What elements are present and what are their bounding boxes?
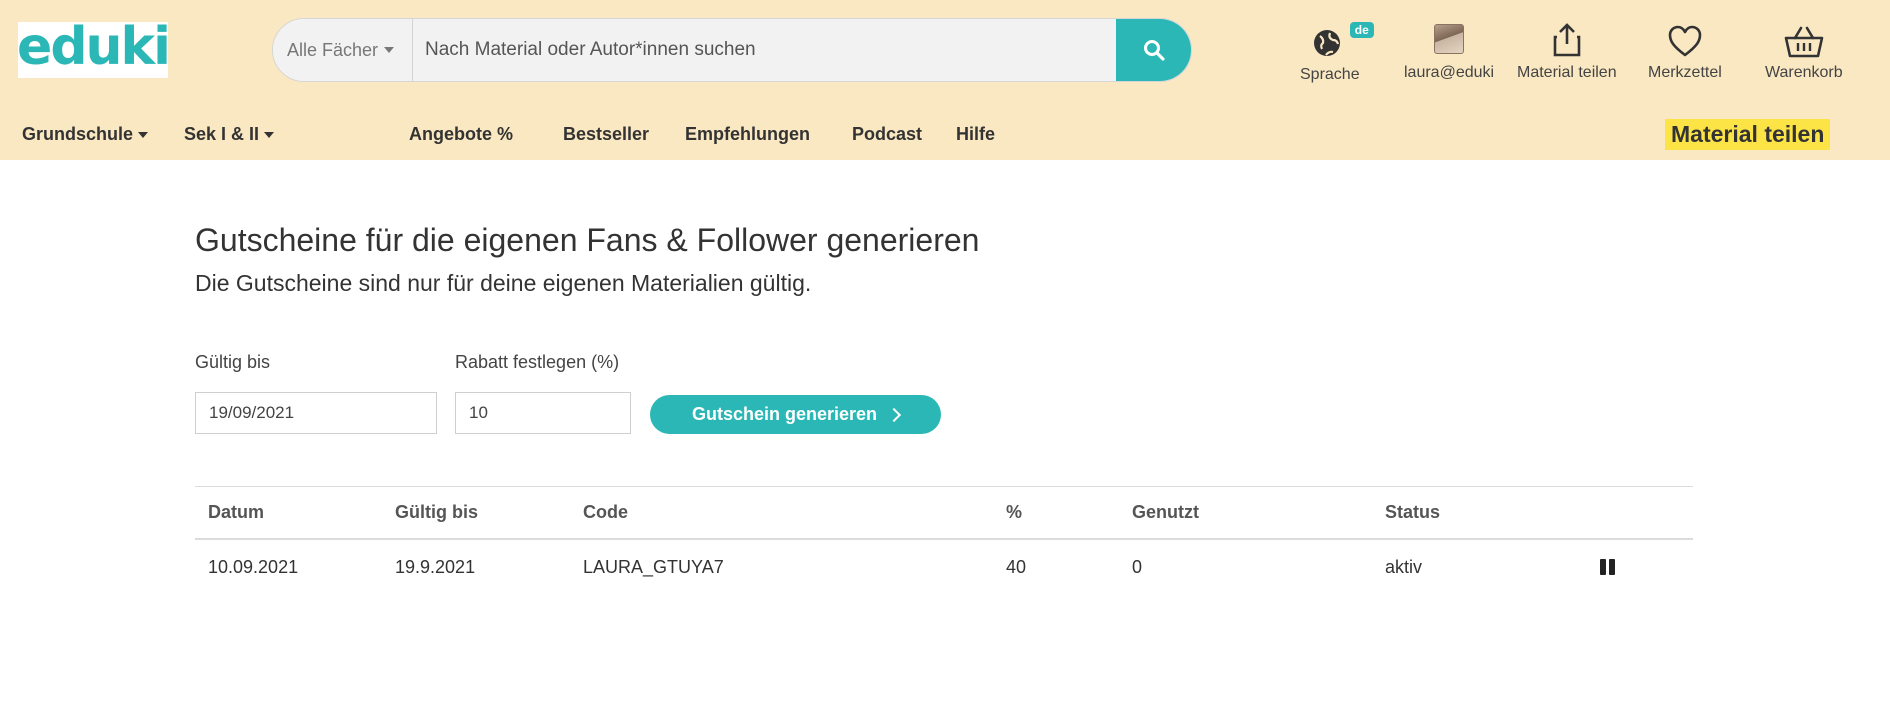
- nav-grundschule[interactable]: Grundschule: [22, 124, 149, 145]
- cell-status: aktiv: [1385, 556, 1423, 577]
- search-input[interactable]: [413, 19, 1116, 81]
- logo-text: eduki: [17, 17, 171, 77]
- eduki-logo[interactable]: eduki: [17, 17, 171, 78]
- category-dropdown[interactable]: Alle Fächer: [273, 19, 413, 81]
- nav-bestseller[interactable]: Bestseller: [563, 124, 649, 145]
- header-status: Status: [1385, 502, 1441, 522]
- cell-valid-until: 19.9.2021: [395, 556, 476, 577]
- search-bar: Alle Fächer: [272, 18, 1192, 82]
- language-badge: de: [1349, 22, 1374, 38]
- share-material-link[interactable]: Material teilen: [1517, 22, 1617, 82]
- cell-date: 10.09.2021: [208, 556, 299, 577]
- globe-icon: [1313, 30, 1340, 56]
- nav-hilfe[interactable]: Hilfe: [956, 124, 995, 145]
- cell-code: LAURA_GTUYA7: [583, 556, 724, 577]
- nav-podcast[interactable]: Podcast: [852, 124, 922, 145]
- cell-used: 0: [1132, 556, 1143, 577]
- header-percent: %: [1006, 502, 1023, 522]
- discount-label: Rabatt festlegen (%): [455, 352, 620, 372]
- nav-sek-label: Sek I & II: [184, 124, 260, 144]
- basket-icon: [1784, 26, 1824, 58]
- chevron-right-icon: [886, 407, 902, 422]
- nav-material-teilen[interactable]: Material teilen: [1665, 119, 1831, 150]
- search-button[interactable]: [1116, 19, 1191, 81]
- share-upload-icon: [1553, 23, 1581, 57]
- site-header: eduki Alle Fächer de Sprache laura@eduki: [0, 0, 1890, 160]
- wishlist-link[interactable]: Merkzettel: [1648, 24, 1722, 82]
- share-label: Material teilen: [1517, 64, 1617, 81]
- wishlist-label: Merkzettel: [1648, 64, 1722, 81]
- valid-until-input[interactable]: [195, 392, 437, 434]
- user-account[interactable]: laura@eduki: [1404, 24, 1494, 82]
- nav-empfehlungen[interactable]: Empfehlungen: [685, 124, 810, 145]
- generate-voucher-button[interactable]: Gutschein generieren: [650, 395, 941, 434]
- nav-grundschule-label: Grundschule: [22, 124, 134, 144]
- table-header: Datum Gültig bis Code % Genutzt Status: [195, 486, 1693, 540]
- caret-down-icon: [384, 47, 395, 53]
- discount-input[interactable]: [455, 392, 631, 434]
- table-row: 10.09.2021 19.9.2021 LAURA_GTUYA7 40 0 a…: [195, 540, 1693, 594]
- cart-label: Warenkorb: [1765, 64, 1843, 81]
- nav-sek[interactable]: Sek I & II: [184, 124, 275, 145]
- valid-until-label: Gültig bis: [195, 352, 271, 372]
- generate-voucher-label: Gutschein generieren: [691, 404, 878, 424]
- avatar: [1434, 24, 1465, 54]
- language-label: Sprache: [1300, 66, 1360, 83]
- user-label: laura@eduki: [1404, 64, 1495, 81]
- nav-angebote[interactable]: Angebote %: [409, 124, 513, 145]
- cart-link[interactable]: Warenkorb: [1765, 24, 1843, 82]
- pause-icon: [1600, 559, 1606, 575]
- page-title: Gutscheine für die eigenen Fans & Follow…: [195, 222, 980, 258]
- header-valid-until: Gültig bis: [395, 502, 478, 522]
- caret-down-icon: [138, 132, 149, 139]
- caret-down-icon: [264, 132, 275, 139]
- voucher-table: Datum Gültig bis Code % Genutzt Status 1…: [195, 486, 1693, 594]
- search-icon: [1143, 40, 1165, 61]
- language-switcher[interactable]: de Sprache: [1300, 22, 1374, 84]
- heart-icon: [1668, 25, 1702, 57]
- page-subtitle: Die Gutscheine sind nur für deine eigene…: [195, 270, 812, 296]
- header-code: Code: [583, 502, 628, 522]
- category-dropdown-label: Alle Fächer: [287, 39, 379, 60]
- header-date: Datum: [208, 502, 265, 522]
- main-nav: Grundschule Sek I & II Angebote % Bestse…: [0, 124, 1890, 148]
- cell-percent: 40: [1006, 556, 1027, 577]
- pause-button[interactable]: [1600, 540, 1615, 594]
- header-used: Genutzt: [1132, 502, 1199, 522]
